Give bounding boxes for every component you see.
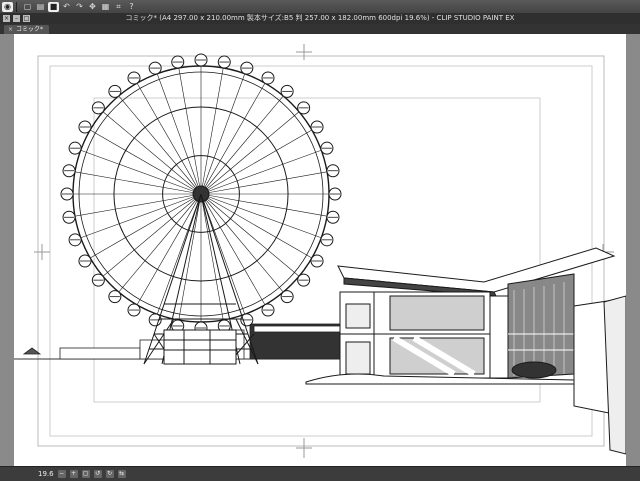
snap-icon[interactable]: ⌗	[113, 2, 124, 12]
redo-icon[interactable]: ↷	[74, 2, 85, 12]
wheel-spoke	[208, 196, 322, 239]
wheel-spoke	[207, 197, 313, 259]
wheel-spoke	[89, 129, 195, 191]
canvas-area[interactable]	[0, 34, 640, 466]
tab-label: コミック*	[16, 26, 44, 33]
help-icon[interactable]: ?	[126, 2, 137, 12]
fit-page-icon[interactable]: ▢	[81, 470, 90, 478]
wheel-spoke	[202, 67, 224, 187]
tab-comic[interactable]: × コミック*	[4, 25, 50, 34]
zoom-level[interactable]: 19.6	[38, 470, 54, 478]
wheel-spoke	[204, 82, 266, 188]
new-icon[interactable]: ▢	[22, 2, 33, 12]
wheel-spoke	[205, 199, 284, 293]
document-titlebar: × – □ コミック* (A4 297.00 x 210.00mm 製本サイズ:…	[0, 13, 640, 24]
wheel-spoke	[118, 199, 197, 293]
transform-icon[interactable]: ✥	[87, 2, 98, 12]
status-bar: 19.6 − + ▢ ↺ ↻ ⇆	[0, 466, 640, 481]
wheel-spoke	[202, 201, 224, 321]
wheel-spoke	[74, 171, 194, 193]
document-tabbar: × コミック*	[0, 24, 640, 34]
wheel-spoke	[102, 111, 196, 190]
wheel-spoke	[206, 111, 300, 190]
flip-icon[interactable]: ⇆	[117, 470, 126, 478]
wheel-spoke	[156, 73, 199, 187]
wheel-spoke	[208, 171, 328, 193]
wheel-spoke	[102, 198, 196, 277]
command-bar: ◉ ▢ ▤ ■ ↶ ↷ ✥ ▦ ⌗ ?	[0, 0, 640, 14]
wheel-spoke	[74, 195, 194, 217]
wheel-spoke	[206, 198, 300, 277]
save-icon[interactable]: ■	[48, 1, 59, 12]
rotate-left-icon[interactable]: ↺	[93, 470, 102, 478]
wheel-spoke	[205, 95, 284, 189]
wheel-spoke	[89, 197, 195, 259]
window-title: コミック* (A4 297.00 x 210.00mm 製本サイズ:B5 判 2…	[125, 14, 515, 22]
wheel-spoke	[136, 82, 198, 188]
wheel-spoke	[203, 73, 246, 187]
app-menu-icon[interactable]: ◉	[2, 1, 13, 12]
ruler-icon[interactable]: ▦	[100, 2, 111, 12]
canvas-page[interactable]	[14, 34, 626, 466]
open-icon[interactable]: ▤	[35, 2, 46, 12]
bleed-guide	[37, 55, 605, 447]
wheel-spoke	[207, 129, 313, 191]
wheel-spoke	[118, 95, 197, 189]
zoom-out-icon[interactable]: −	[57, 470, 66, 478]
wheel-spoke	[208, 195, 328, 217]
wheel-spoke	[178, 67, 200, 187]
line-art-illustration	[14, 44, 626, 458]
wheel-spoke	[80, 149, 194, 192]
wheel-spoke	[208, 149, 322, 192]
close-icon[interactable]: ×	[8, 25, 13, 34]
rotate-right-icon[interactable]: ↻	[105, 470, 114, 478]
modern-building	[305, 247, 626, 455]
zoom-in-icon[interactable]: +	[69, 470, 78, 478]
wheel-spoke	[178, 201, 200, 321]
undo-icon[interactable]: ↶	[61, 2, 72, 12]
divider	[16, 1, 17, 12]
wheel-spoke	[80, 196, 194, 239]
